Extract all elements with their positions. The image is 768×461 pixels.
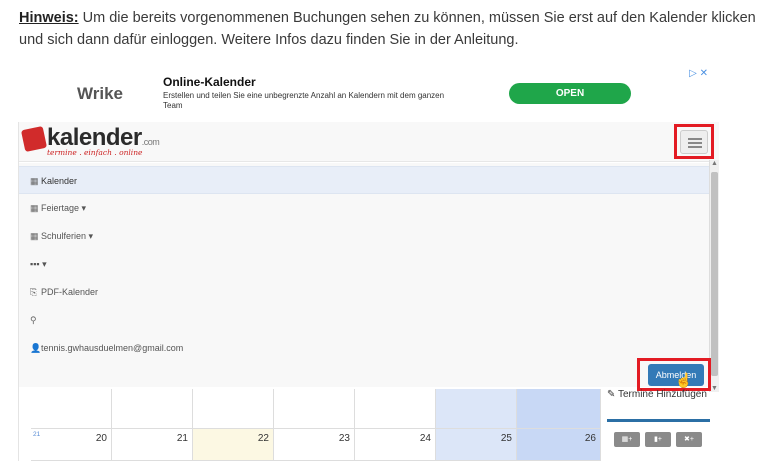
- calendar-cell[interactable]: [31, 389, 112, 429]
- calendar-day[interactable]: 26: [517, 429, 601, 461]
- menu-item-search[interactable]: ⚲: [19, 306, 709, 334]
- menu-label: Kalender: [41, 176, 78, 186]
- calendar-cell[interactable]: [355, 389, 436, 429]
- scroll-up-icon[interactable]: ▲: [711, 160, 718, 167]
- calendar-logo-icon: [20, 125, 48, 153]
- menu-item-kalender[interactable]: ▦ Kalender: [19, 166, 709, 194]
- hamburger-highlight-box: [674, 124, 714, 159]
- ad-title[interactable]: Online-Kalender: [163, 75, 256, 89]
- day-number: 23: [338, 433, 350, 444]
- calendar-day[interactable]: 21 20: [31, 429, 112, 461]
- navbar: kalender.com termine . einfach . online: [19, 122, 719, 162]
- brand-logo[interactable]: kalender.com termine . einfach . online: [20, 124, 173, 160]
- calendar-cell[interactable]: [274, 389, 355, 429]
- brand-word: kalender: [47, 124, 142, 151]
- brand-suffix: .com: [141, 137, 160, 147]
- menu-item-pdf-kalender[interactable]: ⎘ PDF-Kalender: [19, 278, 709, 306]
- ad-banner[interactable]: Wrike Online-Kalender Erstellen und teil…: [29, 65, 718, 121]
- add-event-button[interactable]: ▮+: [645, 432, 671, 447]
- ad-description: Erstellen und teilen Sie eine unbegrenzt…: [163, 91, 445, 110]
- menu-item-feiertage[interactable]: ▦ Feiertage ▾: [19, 194, 709, 222]
- termin-add-link[interactable]: ✎ Termine Hinzufügen: [607, 389, 707, 400]
- more-dots-icon: ▪▪▪ ▾: [30, 259, 47, 269]
- hint-label: Hinweis:: [19, 10, 79, 26]
- side-divider: [607, 419, 710, 422]
- ad-choices-icon[interactable]: ▷ ✕: [689, 68, 708, 79]
- menu-label: Schulferien ▾: [41, 231, 94, 241]
- nav-menu: ▦ Kalender ▦ Feiertage ▾ ▦ Schulferien ▾ ▪▪…: [19, 163, 709, 387]
- ad-open-button[interactable]: OPEN: [509, 83, 631, 104]
- calendar-cell[interactable]: [517, 389, 601, 429]
- menu-item-user[interactable]: 👤tennis.gwhausduelmen@gmail.com: [19, 334, 709, 362]
- calendar-icon: ▦: [30, 176, 39, 186]
- calendar-cell[interactable]: [193, 389, 274, 429]
- calendar-day[interactable]: 23: [274, 429, 355, 461]
- search-icon: ⚲: [30, 315, 37, 325]
- day-number: 21: [176, 433, 188, 444]
- hand-cursor-icon: ☝: [675, 372, 693, 388]
- week-number: 21: [33, 431, 41, 438]
- calendar-icon: ▦: [30, 231, 39, 241]
- day-number: 22: [257, 433, 269, 444]
- side-panel: ✎ Termine Hinzufügen ▦+ ▮+ ✖+: [607, 389, 717, 461]
- calendar-day[interactable]: 24: [355, 429, 436, 461]
- calendar-cell[interactable]: [112, 389, 193, 429]
- calendar-day-today[interactable]: 22: [193, 429, 274, 461]
- calendar-icon: ▦: [30, 203, 39, 213]
- menu-item-schulferien[interactable]: ▦ Schulferien ▾: [19, 222, 709, 250]
- day-number: 20: [95, 433, 107, 444]
- add-other-button[interactable]: ✖+: [676, 432, 702, 447]
- day-number: 26: [584, 433, 596, 444]
- menu-label: Feiertage ▾: [41, 203, 87, 213]
- calendar-cell[interactable]: [436, 389, 517, 429]
- hint-text: Hinweis: Um die bereits vorgenommenen Bu…: [19, 7, 759, 51]
- user-email: tennis.gwhausduelmen@gmail.com: [41, 343, 184, 353]
- brand-tagline: termine . einfach . online: [47, 148, 143, 157]
- user-icon: 👤: [30, 343, 42, 353]
- calendar-grid: 21 20 21 22 23 24 25 26: [31, 389, 601, 461]
- day-number: 24: [419, 433, 431, 444]
- kalender-frame: kalender.com termine . einfach . online …: [18, 122, 719, 461]
- calendar-day[interactable]: 25: [436, 429, 517, 461]
- menu-item-more[interactable]: ▪▪▪ ▾: [19, 250, 709, 278]
- ad-logo: Wrike: [77, 84, 123, 103]
- hint-body: Um die bereits vorgenommenen Buchungen s…: [19, 10, 756, 48]
- add-calendar-button[interactable]: ▦+: [614, 432, 640, 447]
- logout-highlight-box: [637, 358, 711, 391]
- calendar-day[interactable]: 21: [112, 429, 193, 461]
- day-number: 25: [500, 433, 512, 444]
- pdf-icon: ⎘: [30, 287, 38, 297]
- scrollbar-thumb[interactable]: [711, 172, 718, 376]
- menu-label: PDF-Kalender: [41, 287, 99, 297]
